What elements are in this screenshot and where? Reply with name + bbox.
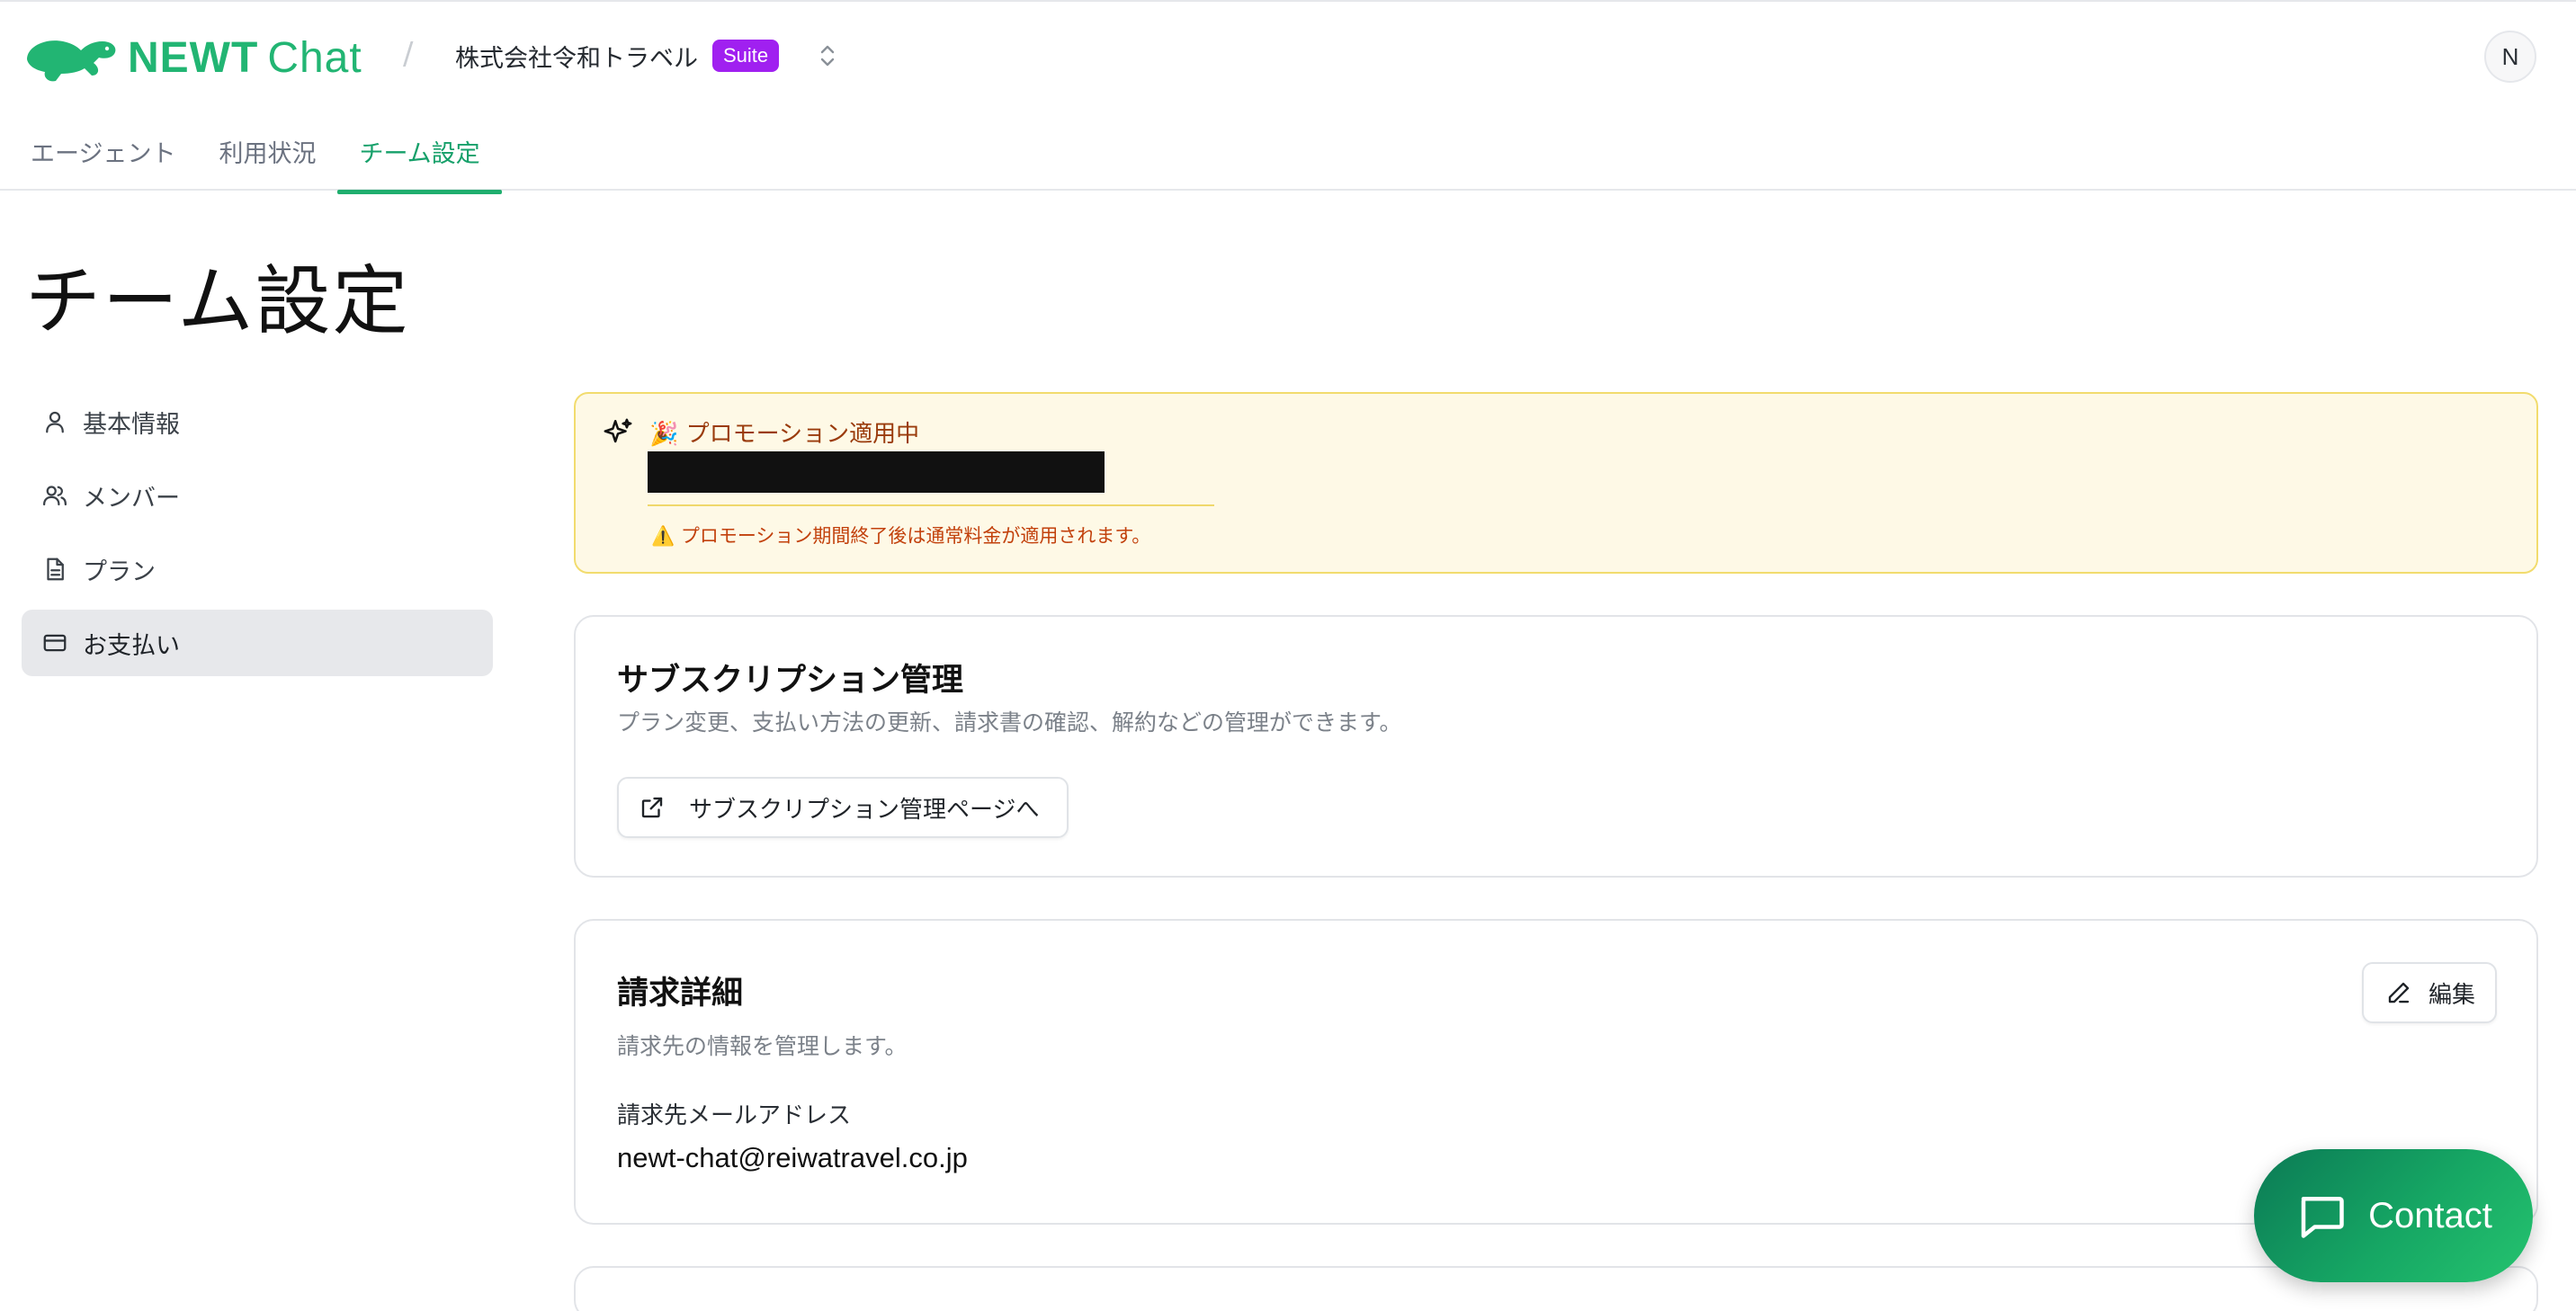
- divider: [648, 504, 1214, 506]
- org-name: 株式会社令和トラベル: [455, 44, 698, 73]
- tab-usage[interactable]: 利用状況: [197, 110, 337, 192]
- billing-email-label: 請求先メールアドレス: [617, 1102, 852, 1129]
- tab-agents[interactable]: エージェント: [0, 110, 197, 192]
- sidebar-item-basic-info[interactable]: 基本情報: [22, 388, 493, 455]
- sidebar-item-label: プラン: [83, 557, 156, 586]
- org-switcher[interactable]: 株式会社令和トラベル Suite: [455, 38, 845, 74]
- header-separator: /: [403, 36, 414, 72]
- edit-button[interactable]: 編集: [2362, 962, 2497, 1023]
- external-link-icon: [641, 797, 663, 818]
- contact-label: Contact: [2368, 1195, 2492, 1235]
- plan-badge: Suite: [712, 39, 780, 73]
- promotion-warning: ⚠️ プロモーション期間終了後は通常料金が適用されます。: [651, 525, 1151, 547]
- credit-card-icon: [43, 634, 67, 652]
- chat-bubble-icon: [2301, 1197, 2344, 1238]
- subscription-manage-button[interactable]: サブスクリプション管理ページへ: [617, 777, 1069, 838]
- payment-content: 🎉 プロモーション適用中 ⚠️ プロモーション期間終了後は通常料金が適用されます…: [574, 392, 2538, 1311]
- subscription-description: プラン変更、支払い方法の更新、請求書の確認、解約などの管理ができます。: [617, 709, 1402, 736]
- sidebar-item-payment[interactable]: お支払い: [22, 610, 493, 676]
- subscription-card: サブスクリプション管理 プラン変更、支払い方法の更新、請求書の確認、解約などの管…: [574, 615, 2538, 878]
- users-icon: [43, 486, 67, 506]
- pencil-icon: [2388, 982, 2410, 1003]
- billing-email-value: newt-chat@reiwatravel.co.jp: [617, 1142, 968, 1173]
- contact-button[interactable]: Contact: [2254, 1149, 2533, 1282]
- sidebar-item-plan[interactable]: プラン: [22, 536, 493, 602]
- sparkles-icon: [604, 418, 632, 443]
- billing-title: 請求詳細: [617, 976, 744, 1012]
- sidebar-item-members[interactable]: メンバー: [22, 462, 493, 529]
- promotion-banner: 🎉 プロモーション適用中 ⚠️ プロモーション期間終了後は通常料金が適用されます…: [574, 392, 2538, 574]
- promotion-title: 🎉 プロモーション適用中: [649, 421, 920, 448]
- tab-team-settings[interactable]: チーム設定: [337, 110, 502, 194]
- billing-description: 請求先の情報を管理します。: [617, 1033, 908, 1059]
- subscription-manage-label: サブスクリプション管理ページへ: [689, 796, 1040, 824]
- document-icon: [47, 557, 64, 581]
- sidebar-item-label: 基本情報: [83, 410, 180, 439]
- edit-label: 編集: [2428, 981, 2476, 1009]
- turtle-logo-icon: [27, 40, 116, 82]
- sidebar-item-label: お支払い: [83, 631, 180, 660]
- chevron-up-down-icon[interactable]: [809, 38, 845, 74]
- top-bar: NEWT Chat / 株式会社令和トラベル Suite N エージェント 利用状…: [0, 0, 2576, 194]
- settings-sidebar: 基本情報 メンバー プラン お支払い: [22, 388, 493, 683]
- subscription-title: サブスクリプション管理: [617, 663, 964, 699]
- redacted-block: [648, 451, 1105, 493]
- page-title: チーム設定: [25, 257, 410, 345]
- billing-details-card: 請求詳細 編集 請求先の情報を管理します。 請求先メールアドレス newt-ch…: [574, 919, 2538, 1225]
- avatar[interactable]: N: [2484, 31, 2536, 83]
- sidebar-item-label: メンバー: [83, 484, 180, 513]
- next-card: [574, 1266, 2538, 1311]
- main-tabs: エージェント 利用状況 チーム設定: [0, 110, 502, 194]
- user-icon: [46, 411, 64, 433]
- brand-name: NEWT Chat: [128, 33, 362, 82]
- brand-logo[interactable]: NEWT Chat: [22, 32, 362, 83]
